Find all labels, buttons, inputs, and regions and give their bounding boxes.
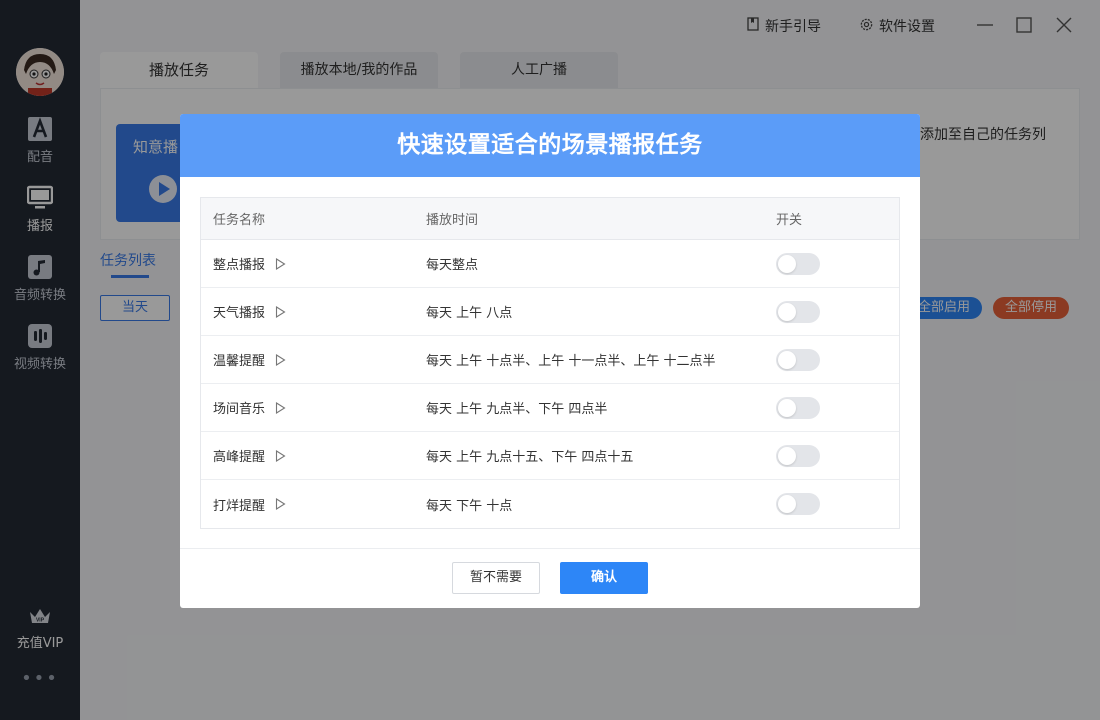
toggle-knob: [778, 350, 796, 369]
dialog-footer: 暂不需要 确认: [180, 548, 920, 608]
play-preview-icon[interactable]: [275, 353, 286, 366]
task-toggle[interactable]: [776, 300, 820, 323]
task-time: 每天 下午 十点: [426, 498, 513, 514]
task-name: 整点播报: [213, 258, 266, 273]
table-row: 高峰提醒 每天 上午 九点十五、下午 四点十五: [201, 432, 899, 480]
column-header-name: 任务名称: [213, 213, 266, 228]
toggle-knob: [778, 495, 796, 513]
task-toggle[interactable]: [776, 396, 820, 419]
play-preview-icon[interactable]: [275, 305, 286, 318]
toggle-knob: [778, 254, 796, 273]
toggle-knob: [778, 446, 796, 465]
not-needed-button[interactable]: 暂不需要: [452, 562, 540, 594]
task-time: 每天 上午 九点十五、下午 四点十五: [426, 450, 634, 465]
task-toggle[interactable]: [776, 252, 820, 275]
task-toggle[interactable]: [776, 348, 820, 371]
task-table: 任务名称 播放时间 开关 整点播报 每天整点 天气播报 每天 上午 八点 温馨提…: [200, 197, 900, 529]
play-preview-icon[interactable]: [275, 401, 286, 414]
dialog-title: 快速设置适合的场景播报任务: [180, 114, 920, 177]
table-row: 打烊提醒 每天 下午 十点: [201, 480, 899, 528]
table-row: 温馨提醒 每天 上午 十点半、上午 十一点半、上午 十二点半: [201, 336, 899, 384]
task-toggle[interactable]: [776, 493, 820, 515]
task-time: 每天整点: [426, 258, 479, 273]
task-name: 温馨提醒: [213, 354, 266, 369]
task-toggle[interactable]: [776, 444, 820, 467]
toggle-knob: [778, 302, 796, 321]
play-preview-icon[interactable]: [275, 498, 286, 510]
toggle-knob: [778, 398, 796, 417]
task-name: 天气播报: [213, 306, 266, 321]
task-time: 每天 上午 八点: [426, 306, 513, 321]
task-time: 每天 上午 十点半、上午 十一点半、上午 十二点半: [426, 354, 716, 369]
task-time: 每天 上午 九点半、下午 四点半: [426, 402, 608, 417]
table-row: 场间音乐 每天 上午 九点半、下午 四点半: [201, 384, 899, 432]
column-header-switch: 开关: [776, 213, 803, 228]
column-header-time: 播放时间: [426, 213, 479, 228]
table-row: 整点播报 每天整点: [201, 240, 899, 288]
confirm-button[interactable]: 确认: [560, 562, 648, 594]
task-name: 场间音乐: [213, 402, 266, 417]
task-name: 高峰提醒: [213, 450, 266, 465]
table-row: 天气播报 每天 上午 八点: [201, 288, 899, 336]
table-header: 任务名称 播放时间 开关: [201, 198, 899, 240]
play-preview-icon[interactable]: [275, 449, 286, 462]
play-preview-icon[interactable]: [275, 257, 286, 270]
task-name: 打烊提醒: [213, 498, 266, 514]
quick-setup-dialog: 快速设置适合的场景播报任务 任务名称 播放时间 开关 整点播报 每天整点 天气播…: [180, 114, 920, 608]
